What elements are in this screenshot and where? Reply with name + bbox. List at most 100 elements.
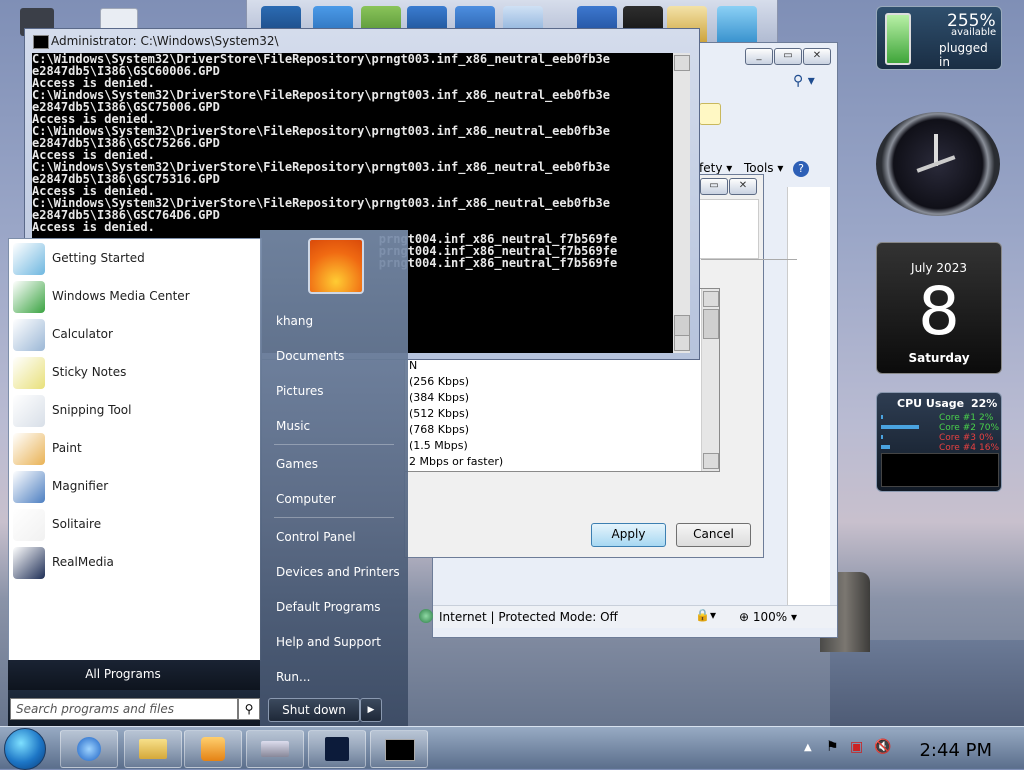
start-program-label: Magnifier — [52, 479, 109, 493]
start-program-item[interactable]: Sticky Notes — [11, 355, 259, 391]
shutdown-button[interactable]: Shut down — [268, 698, 360, 722]
start-menu-places: Shut down ▶ khang Documents Pictures Music G… — [260, 230, 408, 726]
cancel-button[interactable]: Cancel — [676, 523, 751, 547]
cmd-scroll-thumb[interactable] — [674, 315, 690, 337]
start-menu-separator — [274, 517, 394, 518]
calendar-day: 8 — [918, 273, 960, 350]
calendar-weekday: Saturday — [908, 351, 970, 365]
start-button[interactable] — [4, 728, 46, 770]
taskbar-explorer-icon[interactable] — [124, 730, 182, 768]
cmd-scrollbar[interactable] — [673, 53, 690, 353]
shutdown-options-arrow-icon[interactable]: ▶ — [360, 698, 382, 722]
start-place-item[interactable]: Documents — [276, 349, 344, 363]
search-placeholder: Search programs and files — [16, 702, 174, 716]
zoom-control[interactable]: ⊕ 100% ▾ — [739, 610, 797, 624]
start-program-item[interactable]: Calculator — [11, 317, 259, 353]
dialog-controls: ▭ ✕ — [699, 177, 757, 195]
start-place-item[interactable]: khang — [276, 314, 313, 328]
start-place-item[interactable]: Help and Support — [276, 635, 381, 649]
cpu-core-label: Core #2 — [939, 423, 976, 433]
search-icon[interactable]: ⚲ ▾ — [793, 73, 815, 89]
zoom-level: 100% — [752, 610, 788, 624]
tools-menu[interactable]: Tools ▾ — [744, 161, 783, 175]
help-icon[interactable]: ? — [793, 161, 809, 177]
battery-gadget[interactable]: 255% available plugged in — [876, 6, 1002, 70]
start-program-label: Getting Started — [52, 251, 145, 265]
list-item[interactable]: (384 Kbps) — [409, 391, 469, 404]
user-avatar[interactable] — [308, 238, 364, 294]
start-program-label: Snipping Tool — [52, 403, 132, 417]
start-place-item[interactable]: Computer — [276, 492, 336, 506]
show-hidden-icons-icon[interactable]: ▲ — [804, 742, 812, 753]
cpu-gadget[interactable]: CPU Usage 22% Core #1 2% Core #2 70% Core #3… — [876, 392, 1002, 492]
maximize-button[interactable]: ▭ — [774, 48, 802, 65]
start-place-item[interactable]: Devices and Printers — [276, 565, 400, 579]
taskbar-realmedia-icon[interactable] — [308, 730, 366, 768]
protected-mode-icon[interactable]: 🔒▾ — [695, 608, 716, 622]
start-program-item[interactable]: Windows Media Center — [11, 279, 259, 315]
list-item[interactable]: N — [409, 359, 417, 372]
start-program-item[interactable]: RealMedia — [11, 545, 259, 581]
listbox-scrollbar[interactable] — [701, 289, 719, 471]
start-program-item[interactable]: Snipping Tool — [11, 393, 259, 429]
cmd-icon — [33, 35, 49, 49]
list-item[interactable]: 2 Mbps or faster) — [409, 455, 503, 468]
cpu-total: 22% — [971, 397, 998, 410]
calendar-gadget[interactable]: July 2023 8 Saturday — [876, 242, 1002, 374]
minimize-button[interactable]: _ — [745, 48, 773, 65]
start-program-item[interactable]: Getting Started — [11, 241, 259, 277]
start-program-item[interactable]: Solitaire — [11, 507, 259, 543]
taskbar-media-player-icon[interactable] — [184, 730, 242, 768]
getting-started-icon — [13, 243, 45, 275]
favorites-bar-icon[interactable] — [699, 103, 721, 125]
list-item[interactable]: (1.5 Mbps) — [409, 439, 468, 452]
taskbar-device-icon[interactable] — [246, 730, 304, 768]
start-program-item[interactable]: Paint — [11, 431, 259, 467]
system-tray: ▲ ⚑ ▣ 🔇 2:44 PM — [798, 727, 1024, 769]
cmd-title-bar[interactable]: Administrator: C:\Windows\System32\ — [25, 29, 699, 53]
start-place-item[interactable]: Music — [276, 419, 310, 433]
apply-button[interactable]: Apply — [591, 523, 666, 547]
cpu-core-label: Core #1 — [939, 413, 976, 423]
search-icon[interactable]: ⚲ — [238, 698, 260, 720]
dialog-maximize-button[interactable]: ▭ — [700, 178, 728, 195]
volume-muted-icon[interactable]: 🔇 — [874, 739, 891, 755]
cmd-scroll-up[interactable] — [674, 55, 690, 71]
taskbar-cmd-icon[interactable] — [370, 730, 428, 768]
cpu-graph — [881, 453, 999, 487]
start-place-item[interactable]: Default Programs — [276, 600, 381, 614]
start-program-label: Sticky Notes — [52, 365, 127, 379]
network-icon[interactable]: ▣ — [850, 739, 863, 755]
taskbar-ie-icon[interactable] — [60, 730, 118, 768]
action-center-flag-icon[interactable]: ⚑ — [826, 739, 839, 755]
snipping-tool-icon — [13, 395, 45, 427]
close-button[interactable]: ✕ — [803, 48, 831, 65]
start-place-item[interactable]: Run... — [276, 670, 310, 684]
start-place-item[interactable]: Control Panel — [276, 530, 356, 544]
cpu-core-label: Core #4 — [939, 443, 976, 453]
calculator-icon — [13, 319, 45, 351]
scroll-thumb[interactable] — [703, 309, 719, 339]
cmd-scroll-down[interactable] — [674, 335, 690, 351]
scroll-down-button[interactable] — [703, 453, 719, 469]
start-program-item[interactable]: Magnifier — [11, 469, 259, 505]
start-search-bar: Search programs and files ⚲ — [8, 690, 260, 726]
all-programs-button[interactable]: All Programs — [8, 660, 260, 690]
search-input[interactable]: Search programs and files — [10, 698, 238, 720]
magnifier-icon — [13, 471, 45, 503]
dialog-close-button[interactable]: ✕ — [729, 178, 757, 195]
clock-gadget[interactable] — [876, 112, 1000, 216]
safety-menu[interactable]: fety ▾ — [699, 161, 732, 175]
cpu-core-bar — [881, 415, 883, 419]
start-place-item[interactable]: Pictures — [276, 384, 324, 398]
list-item[interactable]: (256 Kbps) — [409, 375, 469, 388]
cpu-title: CPU Usage — [897, 397, 965, 410]
start-program-label: Solitaire — [52, 517, 102, 531]
list-item[interactable]: (512 Kbps) — [409, 407, 469, 420]
taskbar-clock[interactable]: 2:44 PM — [919, 740, 992, 761]
scroll-up-button[interactable] — [703, 291, 719, 307]
list-item[interactable]: (768 Kbps) — [409, 423, 469, 436]
start-place-item[interactable]: Games — [276, 457, 318, 471]
browser-window-controls: _ ▭ ✕ — [744, 47, 831, 65]
cpu-core-bar — [881, 435, 883, 439]
